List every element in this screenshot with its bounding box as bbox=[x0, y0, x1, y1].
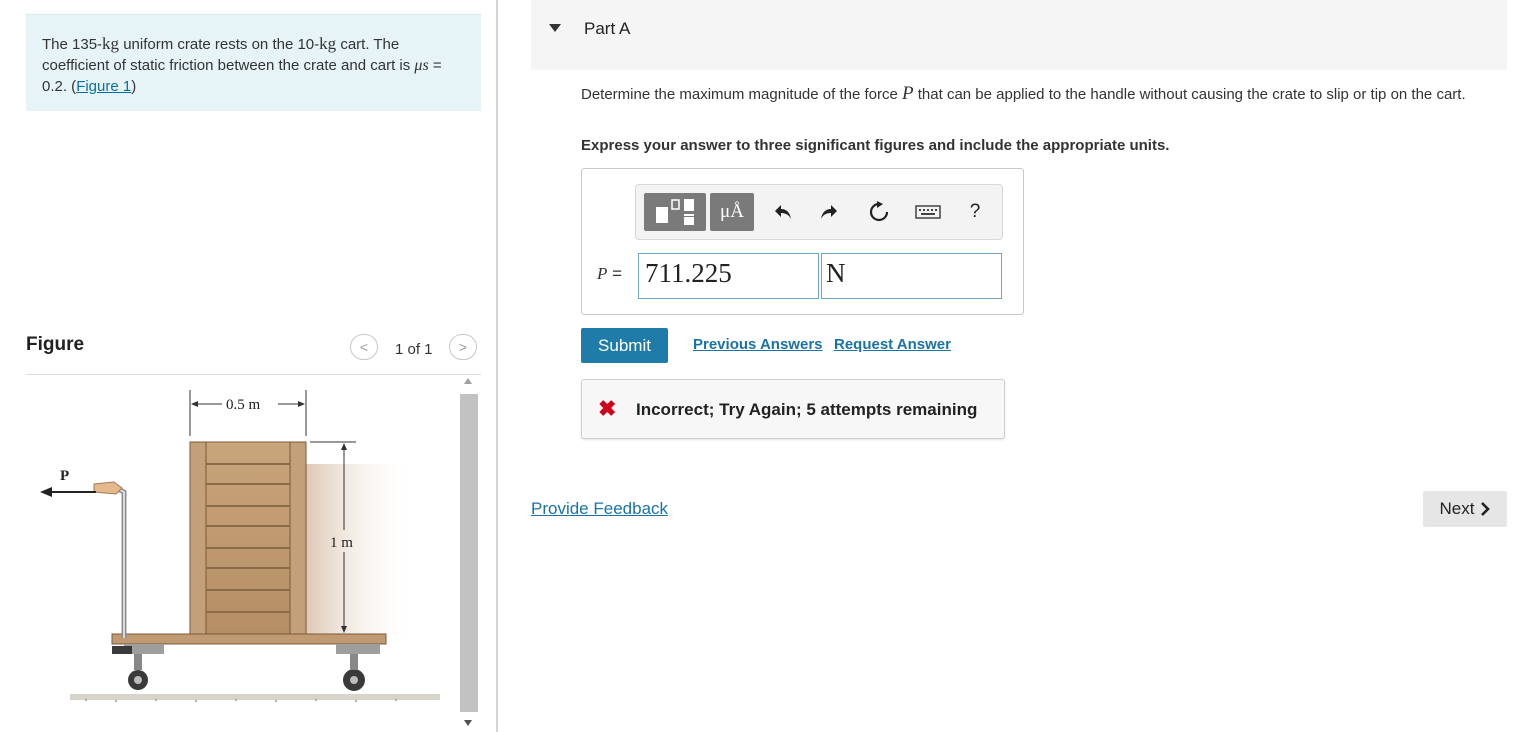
height-label: 1 m bbox=[330, 535, 353, 551]
collapse-caret-icon[interactable] bbox=[549, 24, 561, 32]
question-text: Determine the maximum magnitude of the f… bbox=[581, 84, 1511, 105]
figure-image: P 0.5 m 1 m bbox=[26, 376, 460, 726]
figure-next-button[interactable]: > bbox=[449, 334, 477, 360]
answer-variable: P bbox=[597, 264, 608, 283]
request-answer-link[interactable]: Request Answer bbox=[834, 336, 951, 353]
problem-text: The 135-kg uniform crate rests on the 10… bbox=[42, 34, 442, 95]
chevron-right-icon bbox=[1481, 502, 1491, 516]
width-arrow-left bbox=[191, 401, 198, 407]
part-a-header[interactable]: Part A bbox=[531, 0, 1507, 70]
reset-icon[interactable] bbox=[866, 199, 892, 225]
force-arrowhead bbox=[40, 487, 52, 497]
incorrect-icon: ✖ bbox=[598, 396, 617, 421]
close-paren: ) bbox=[131, 78, 137, 95]
previous-answers-link[interactable]: Previous Answers bbox=[693, 336, 823, 353]
answer-box: μÅ ? P = 711.225 N bbox=[581, 168, 1024, 315]
height-arrow-top bbox=[341, 443, 347, 450]
answer-label: P = bbox=[597, 264, 622, 284]
instruction-text: Express your answer to three significant… bbox=[581, 137, 1170, 154]
width-label: 0.5 m bbox=[226, 397, 261, 413]
force-label: P bbox=[60, 468, 69, 484]
feedback-message: ✖ Incorrect; Try Again; 5 attempts remai… bbox=[581, 379, 1005, 439]
width-arrow-right bbox=[298, 401, 305, 407]
answer-equals: = bbox=[607, 264, 623, 283]
crate-mass: 135- bbox=[72, 36, 103, 53]
mu-symbol: μs bbox=[414, 57, 429, 74]
left-caster bbox=[112, 644, 164, 690]
math-toolbar: μÅ ? bbox=[635, 184, 1003, 240]
scroll-up-icon[interactable] bbox=[464, 378, 472, 384]
next-button[interactable]: Next bbox=[1423, 491, 1507, 527]
figure-prev-button[interactable]: < bbox=[350, 334, 378, 360]
templates-icon bbox=[656, 199, 694, 225]
crate bbox=[189, 441, 307, 635]
crate-shadow bbox=[306, 464, 416, 636]
undo-icon[interactable] bbox=[770, 199, 796, 225]
unit-kg: kg bbox=[102, 34, 120, 53]
unit-kg: kg bbox=[319, 34, 337, 53]
scroll-thumb[interactable] bbox=[460, 394, 478, 712]
redo-icon[interactable] bbox=[816, 199, 842, 225]
cart-deck bbox=[111, 633, 387, 645]
pane-splitter[interactable] bbox=[496, 0, 498, 732]
next-label: Next bbox=[1439, 499, 1475, 518]
right-caster bbox=[336, 644, 380, 691]
hand bbox=[93, 481, 123, 495]
cart-mass: 10- bbox=[297, 36, 320, 53]
units-button[interactable]: μÅ bbox=[710, 193, 754, 231]
figure-page-count: 1 of 1 bbox=[395, 341, 433, 358]
answer-value-input[interactable]: 711.225 bbox=[638, 253, 819, 299]
crate-cart-diagram: P 0.5 m 1 m bbox=[40, 390, 440, 703]
figure-header: Figure < 1 of 1 > bbox=[26, 330, 481, 375]
ground bbox=[70, 694, 440, 700]
templates-button[interactable] bbox=[644, 193, 706, 231]
figure-link[interactable]: Figure 1 bbox=[76, 78, 131, 95]
question-post: that can be applied to the handle withou… bbox=[913, 86, 1466, 103]
keyboard-icon[interactable] bbox=[914, 199, 942, 225]
figure-title: Figure bbox=[26, 334, 85, 355]
problem-text-1: uniform crate rests on the bbox=[119, 36, 298, 53]
part-title: Part A bbox=[584, 19, 631, 38]
left-pane: The 135-kg uniform crate rests on the 10… bbox=[0, 0, 496, 732]
feedback-text: Incorrect; Try Again; 5 attempts remaini… bbox=[636, 400, 978, 419]
figure-scrollbar[interactable] bbox=[460, 376, 478, 732]
scroll-down-icon[interactable] bbox=[464, 720, 472, 726]
question-symbol: P bbox=[901, 83, 914, 104]
answer-unit-input[interactable]: N bbox=[821, 253, 1002, 299]
submit-button[interactable]: Submit bbox=[581, 328, 668, 363]
question-pre: Determine the maximum magnitude of the f… bbox=[581, 86, 902, 103]
help-button[interactable]: ? bbox=[962, 199, 988, 225]
cart-handle bbox=[114, 485, 127, 638]
provide-feedback-link[interactable]: Provide Feedback bbox=[531, 499, 668, 519]
problem-statement: The 135-kg uniform crate rests on the 10… bbox=[26, 14, 481, 111]
